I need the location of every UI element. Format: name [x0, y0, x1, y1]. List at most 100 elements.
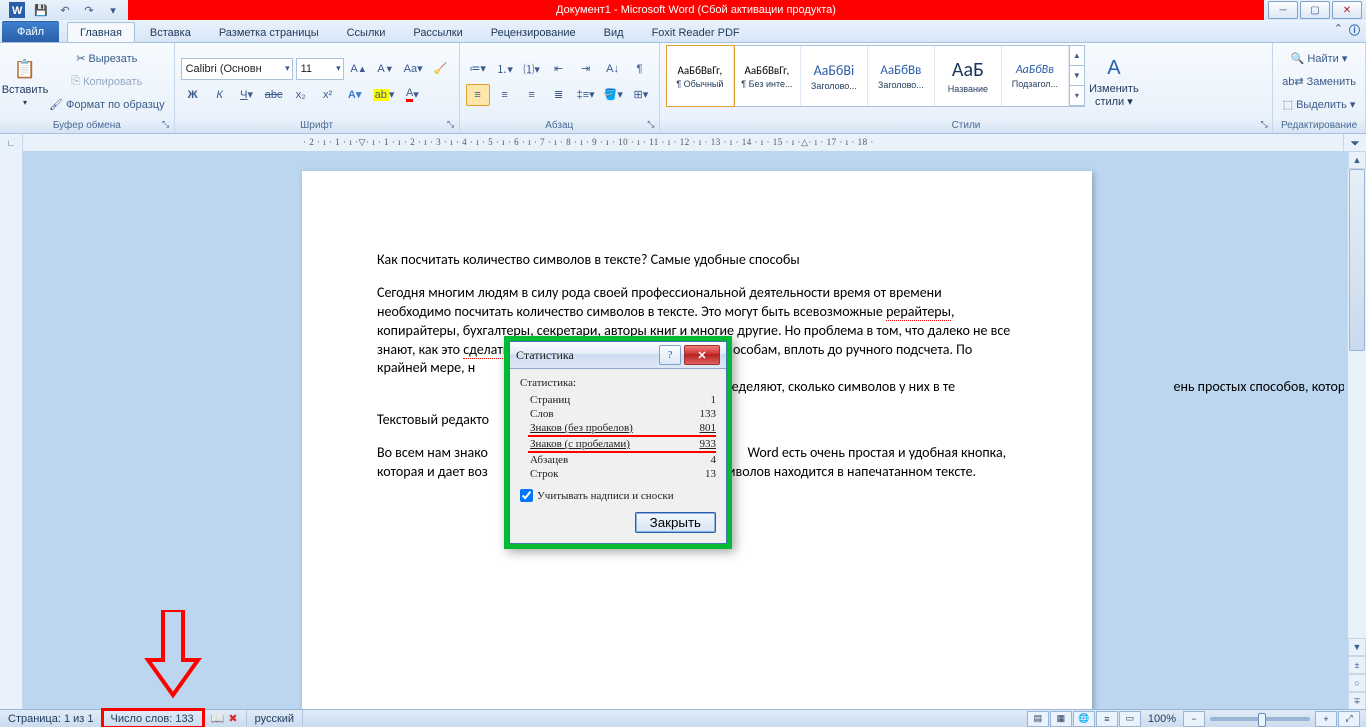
- view-print-layout-button[interactable]: ▤: [1027, 711, 1049, 727]
- paragraph-launcher[interactable]: ⤡: [645, 119, 657, 131]
- vertical-ruler[interactable]: [0, 151, 23, 710]
- highlight-button[interactable]: ab▾: [370, 84, 398, 106]
- underline-button[interactable]: Ч▾: [235, 84, 259, 106]
- text-effects-button[interactable]: A▾: [343, 84, 367, 106]
- prev-page-icon[interactable]: ±: [1348, 656, 1366, 674]
- tab-review[interactable]: Рецензирование: [478, 22, 589, 42]
- scroll-thumb[interactable]: [1349, 169, 1365, 351]
- include-textboxes-checkbox[interactable]: Учитывать надписи и сноски: [520, 489, 716, 502]
- decrease-indent-button[interactable]: ⇤: [547, 58, 571, 80]
- horizontal-ruler[interactable]: · 2 · ı · 1 · ı ·▽· ı · 1 · ı · 2 · ı · …: [23, 134, 1343, 152]
- word-icon[interactable]: W: [6, 1, 28, 19]
- qat-more-icon[interactable]: ▾: [102, 1, 124, 19]
- view-draft-button[interactable]: ▭: [1119, 711, 1141, 727]
- shrink-font-button[interactable]: A▼: [374, 58, 398, 80]
- font-launcher[interactable]: ⤡: [445, 119, 457, 131]
- zoom-level[interactable]: 100%: [1148, 713, 1176, 725]
- subscript-button[interactable]: x₂: [289, 84, 313, 106]
- align-right-button[interactable]: ≡: [520, 84, 544, 106]
- clear-format-button[interactable]: 🧹: [429, 58, 453, 80]
- status-word-count[interactable]: Число слов: 133: [103, 710, 203, 727]
- restore-button[interactable]: ▢: [1300, 1, 1330, 19]
- tab-layout[interactable]: Разметка страницы: [206, 22, 332, 42]
- styles-launcher[interactable]: ⤡: [1258, 119, 1270, 131]
- zoom-thumb[interactable]: [1258, 713, 1266, 727]
- font-color-button[interactable]: A▾: [400, 84, 424, 106]
- close-button[interactable]: ✕: [1332, 1, 1362, 19]
- paste-button[interactable]: 📋 Вставить ▾: [6, 45, 44, 118]
- save-icon[interactable]: 💾: [30, 1, 52, 19]
- redo-icon[interactable]: ↷: [78, 1, 100, 19]
- style-item[interactable]: АаБбВвГг,¶ Обычный: [667, 46, 734, 106]
- gallery-scroll[interactable]: ▲▼▾: [1069, 46, 1084, 106]
- style-item[interactable]: АаБбВіЗаголово...: [801, 46, 868, 106]
- browse-object-icon[interactable]: ○: [1348, 674, 1366, 692]
- dialog-titlebar[interactable]: Статистика ? ✕: [510, 342, 726, 369]
- change-case-button[interactable]: Aa▾: [401, 58, 426, 80]
- tab-mailings[interactable]: Рассылки: [400, 22, 475, 42]
- borders-button[interactable]: ⊞▾: [629, 84, 653, 106]
- superscript-button[interactable]: x²: [316, 84, 340, 106]
- next-page-icon[interactable]: ∓: [1348, 692, 1366, 710]
- ruler-toggle-icon[interactable]: ⏷: [1343, 134, 1366, 152]
- format-painter-button[interactable]: 🖌Формат по образцу: [46, 94, 168, 116]
- font-name-select[interactable]: Calibri (Основн: [181, 58, 293, 80]
- view-fullscreen-button[interactable]: ▦: [1050, 711, 1072, 727]
- dialog-close-button[interactable]: ✕: [684, 345, 720, 365]
- replace-button[interactable]: ab⇄Заменить: [1279, 71, 1359, 93]
- status-language[interactable]: русский: [247, 710, 303, 727]
- dialog-close-action-button[interactable]: Закрыть: [635, 512, 716, 533]
- scroll-down-icon[interactable]: ▼: [1348, 638, 1366, 656]
- tab-home[interactable]: Главная: [67, 22, 135, 42]
- bold-button[interactable]: Ж: [181, 84, 205, 106]
- cut-button[interactable]: ✂Вырезать: [46, 48, 168, 70]
- copy-button[interactable]: ⎘Копировать: [46, 71, 168, 93]
- checkbox-input[interactable]: [520, 489, 533, 502]
- style-item[interactable]: АаБбВвГг,¶ Без инте...: [734, 46, 801, 106]
- bullets-button[interactable]: ≔▾: [466, 58, 490, 80]
- increase-indent-button[interactable]: ⇥: [574, 58, 598, 80]
- clipboard-launcher[interactable]: ⤡: [160, 119, 172, 131]
- find-button[interactable]: 🔍Найти ▾: [1279, 48, 1359, 70]
- style-item[interactable]: АаБНазвание: [935, 46, 1002, 106]
- tab-foxit[interactable]: Foxit Reader PDF: [639, 22, 753, 42]
- tab-insert[interactable]: Вставка: [137, 22, 204, 42]
- tab-view[interactable]: Вид: [591, 22, 637, 42]
- zoom-slider[interactable]: [1210, 717, 1310, 721]
- styles-gallery[interactable]: АаБбВвГг,¶ ОбычныйАаБбВвГг,¶ Без инте...…: [666, 45, 1085, 107]
- grow-font-button[interactable]: A▲: [347, 58, 371, 80]
- view-outline-button[interactable]: ≡: [1096, 711, 1118, 727]
- style-item[interactable]: АаБбВвПодзагол...: [1002, 46, 1069, 106]
- tab-references[interactable]: Ссылки: [334, 22, 399, 42]
- sort-button[interactable]: A↓: [601, 58, 625, 80]
- style-item[interactable]: АаБбВвЗаголово...: [868, 46, 935, 106]
- view-web-button[interactable]: 🌐: [1073, 711, 1095, 727]
- vertical-scrollbar[interactable]: ▲ ▼ ± ○ ∓: [1347, 151, 1366, 710]
- font-size-select[interactable]: 11: [296, 58, 344, 80]
- minimize-button[interactable]: ─: [1268, 1, 1298, 19]
- justify-button[interactable]: ≣: [547, 84, 571, 106]
- align-center-button[interactable]: ≡: [493, 84, 517, 106]
- italic-button[interactable]: К: [208, 84, 232, 106]
- change-styles-button[interactable]: A Изменить стили ▾: [1087, 45, 1141, 118]
- zoom-fit-button[interactable]: ⤢: [1338, 711, 1360, 727]
- align-left-button[interactable]: ≡: [466, 84, 490, 106]
- zoom-out-button[interactable]: −: [1183, 711, 1205, 727]
- numbering-button[interactable]: ⒈▾: [493, 58, 517, 80]
- scroll-up-icon[interactable]: ▲: [1348, 151, 1366, 169]
- line-spacing-button[interactable]: ‡≡▾: [574, 84, 598, 106]
- shading-button[interactable]: 🪣▾: [601, 84, 626, 106]
- dialog-help-button[interactable]: ?: [659, 345, 681, 365]
- status-page[interactable]: Страница: 1 из 1: [0, 710, 103, 727]
- doc-paragraph[interactable]: Как посчитать количество символов в текс…: [377, 251, 1017, 270]
- show-marks-button[interactable]: ¶: [628, 58, 652, 80]
- status-proofing[interactable]: 📖✖: [203, 710, 247, 727]
- undo-icon[interactable]: ↶: [54, 1, 76, 19]
- select-button[interactable]: ⬚Выделить ▾: [1279, 94, 1359, 116]
- help-icon[interactable]: ⓘ: [1349, 22, 1360, 38]
- tab-file[interactable]: Файл: [2, 21, 59, 42]
- multilevel-button[interactable]: ⑴▾: [520, 58, 544, 80]
- zoom-in-button[interactable]: +: [1315, 711, 1337, 727]
- minimize-ribbon-icon[interactable]: ⌃: [1334, 22, 1343, 38]
- strike-button[interactable]: abc: [262, 84, 286, 106]
